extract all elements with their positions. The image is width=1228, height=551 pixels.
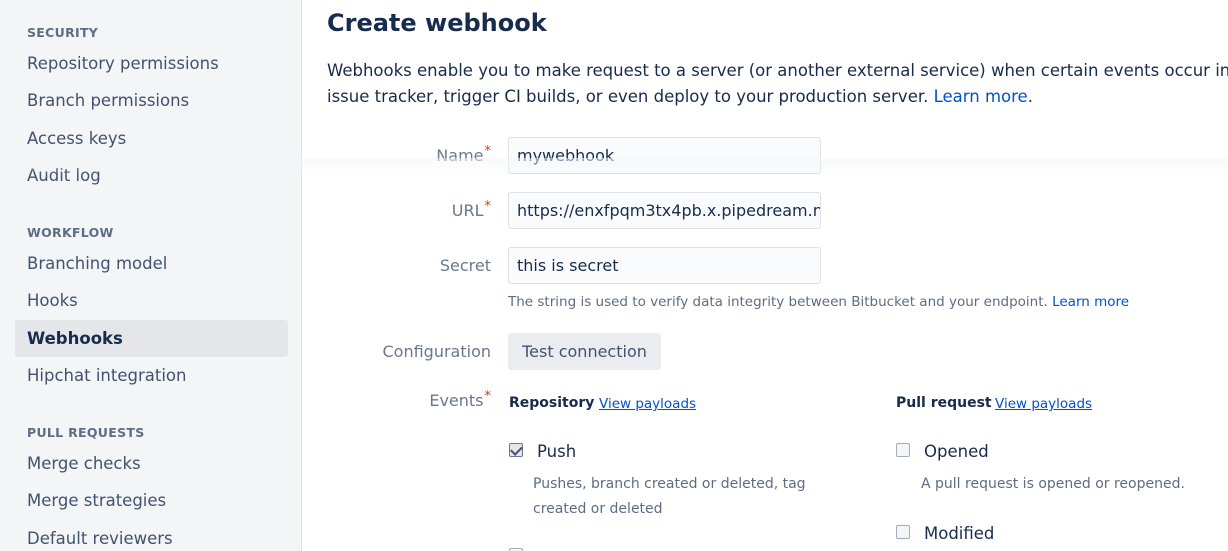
opened-label: Opened bbox=[924, 442, 989, 461]
sidebar-item-hipchat-integration[interactable]: Hipchat integration bbox=[15, 357, 288, 394]
modified-label: Modified bbox=[924, 524, 995, 543]
secret-help-text: The string is used to verify data integr… bbox=[508, 294, 1129, 310]
sidebar-item-hooks[interactable]: Hooks bbox=[15, 282, 288, 319]
sidebar-item-default-reviewers[interactable]: Default reviewers bbox=[15, 520, 288, 551]
name-field[interactable]: mywebhook bbox=[508, 137, 821, 174]
sidebar-item-repository-permissions[interactable]: Repository permissions bbox=[15, 45, 288, 82]
sidebar-item-webhooks[interactable]: Webhooks bbox=[15, 320, 288, 357]
sidebar-item-merge-checks[interactable]: Merge checks bbox=[15, 445, 288, 482]
secret-label: Secret bbox=[439, 256, 491, 275]
main-content: Create webhook Webhooks enable you to ma… bbox=[302, 0, 1228, 551]
section-heading-pull-requests: PULL REQUESTS bbox=[27, 425, 145, 440]
url-label: URL* bbox=[451, 199, 492, 220]
secret-help-body: The string is used to verify data integr… bbox=[508, 294, 1053, 310]
sidebar-item-access-keys[interactable]: Access keys bbox=[15, 120, 288, 157]
configuration-label: Configuration bbox=[382, 342, 491, 361]
name-label-text: Name bbox=[436, 146, 484, 165]
sidebar-item-branching-model[interactable]: Branching model bbox=[15, 245, 288, 282]
opened-checkbox[interactable] bbox=[896, 443, 910, 457]
push-label: Push bbox=[537, 442, 577, 461]
section-heading-workflow: WORKFLOW bbox=[27, 225, 114, 240]
intro-line-2: issue tracker, trigger CI builds, or eve… bbox=[327, 84, 1228, 110]
push-description-line-2: created or deleted bbox=[533, 501, 663, 517]
sidebar-item-audit-log[interactable]: Audit log bbox=[15, 157, 288, 194]
push-description: Pushes, branch created or deleted, tag c… bbox=[533, 472, 806, 522]
settings-sidebar: SECURITY Repository permissions Branch p… bbox=[0, 0, 302, 551]
intro-period: . bbox=[1027, 87, 1033, 106]
modified-checkbox[interactable] bbox=[896, 525, 910, 539]
push-checkbox[interactable] bbox=[509, 443, 523, 457]
push-description-line-1: Pushes, branch created or deleted, tag bbox=[533, 476, 806, 492]
pull-request-view-payloads-link[interactable]: View payloads bbox=[995, 396, 1092, 412]
required-marker: * bbox=[484, 389, 492, 404]
sidebar-item-branch-permissions[interactable]: Branch permissions bbox=[15, 82, 288, 119]
intro-text: Webhooks enable you to make request to a… bbox=[327, 58, 1228, 110]
pull-request-events-heading: Pull request bbox=[896, 395, 992, 411]
required-marker: * bbox=[484, 199, 492, 214]
url-field[interactable]: https://enxfpqm3tx4pb.x.pipedream.n bbox=[508, 192, 821, 229]
section-heading-security: SECURITY bbox=[27, 25, 99, 40]
intro-line-2-text: issue tracker, trigger CI builds, or eve… bbox=[327, 87, 934, 106]
opened-description: A pull request is opened or reopened. bbox=[921, 476, 1185, 492]
name-label: Name* bbox=[436, 144, 492, 165]
secret-field[interactable]: this is secret bbox=[508, 247, 821, 284]
intro-line-1: Webhooks enable you to make request to a… bbox=[327, 61, 1228, 80]
events-label: Events* bbox=[429, 389, 492, 410]
events-label-text: Events bbox=[429, 391, 484, 410]
repository-events-heading: Repository bbox=[509, 395, 595, 411]
sidebar-item-merge-strategies[interactable]: Merge strategies bbox=[15, 482, 288, 519]
repository-view-payloads-link[interactable]: View payloads bbox=[599, 396, 696, 412]
page-title: Create webhook bbox=[327, 9, 547, 37]
required-marker: * bbox=[484, 144, 492, 159]
intro-learn-more-link[interactable]: Learn more bbox=[934, 87, 1028, 106]
url-label-text: URL bbox=[451, 201, 484, 220]
test-connection-button[interactable]: Test connection bbox=[508, 333, 661, 370]
secret-learn-more-link[interactable]: Learn more bbox=[1052, 294, 1129, 310]
